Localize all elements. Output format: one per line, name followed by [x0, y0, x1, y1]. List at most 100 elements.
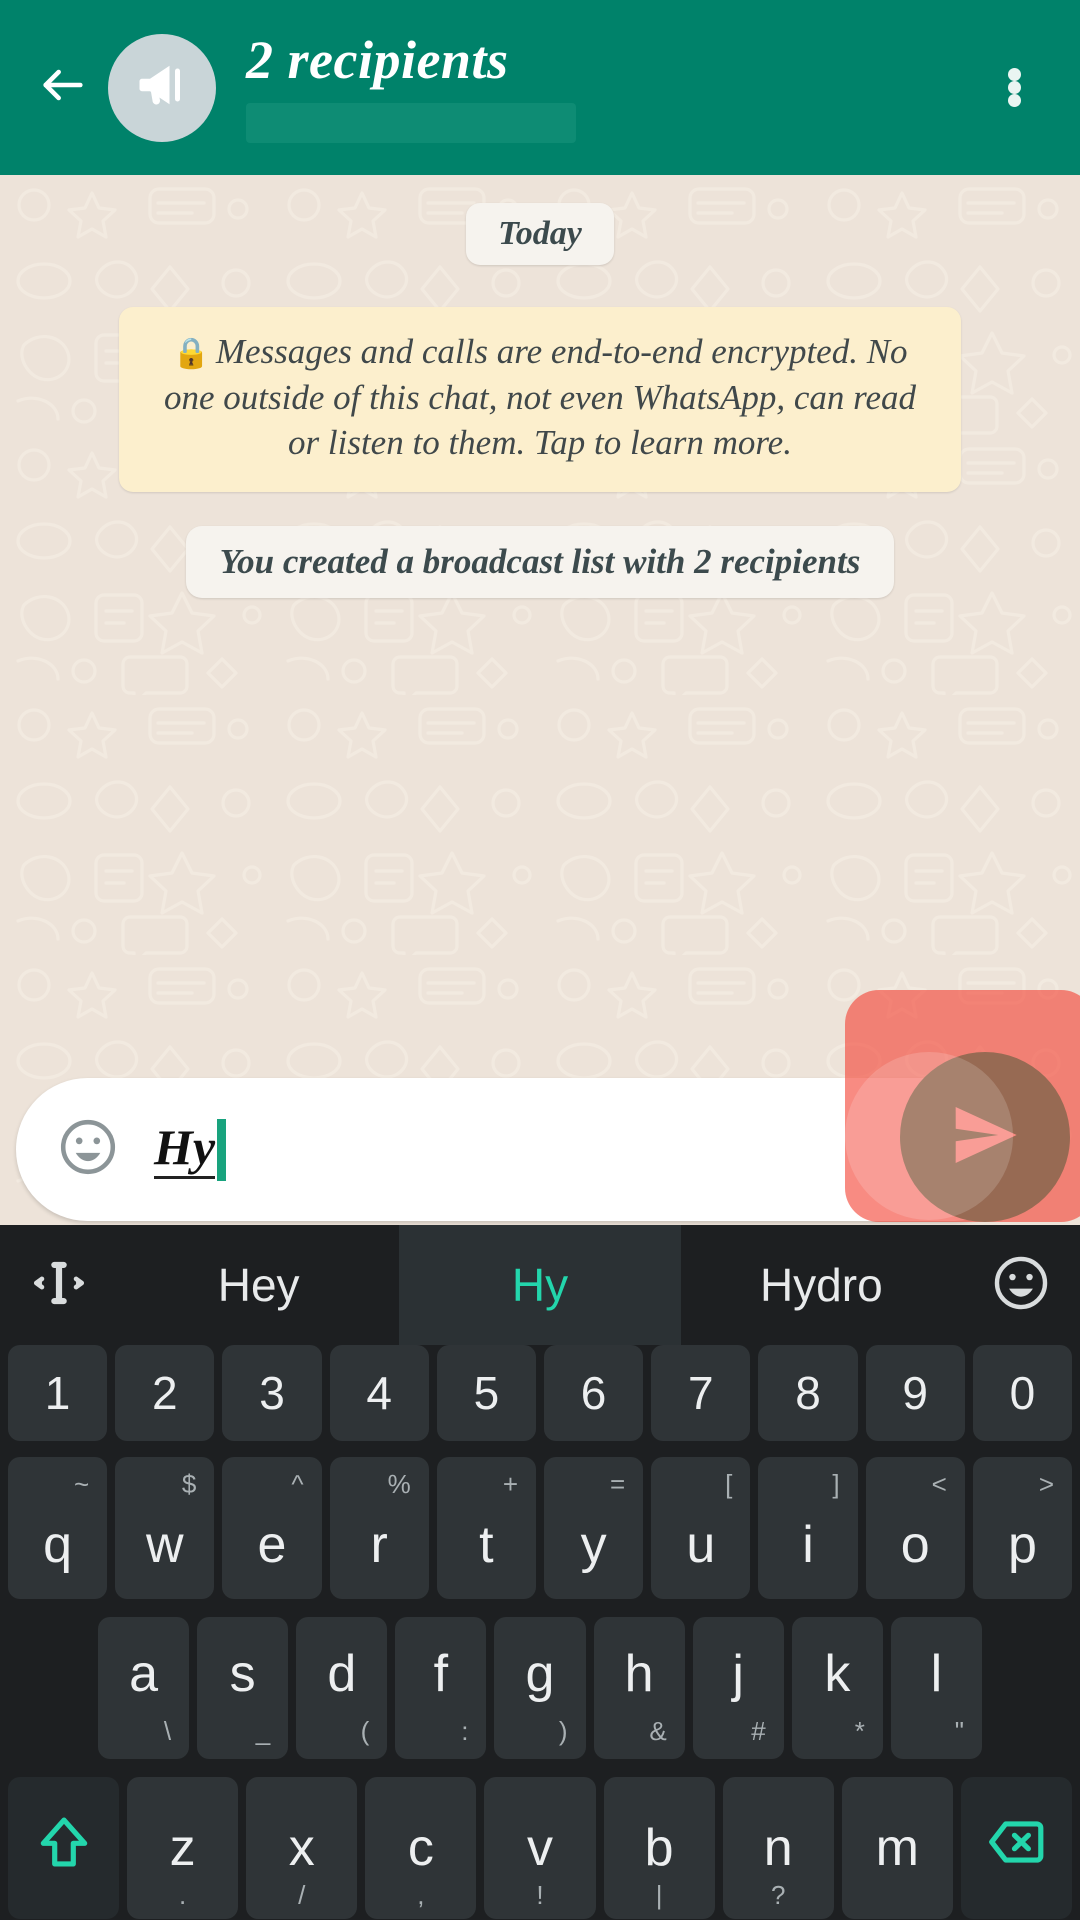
key-secondary-symbol: +	[502, 1469, 518, 1499]
key-secondary-symbol: \	[163, 1716, 172, 1746]
key-z[interactable]: z.	[127, 1777, 239, 1919]
keyboard-emoji-button[interactable]	[962, 1225, 1080, 1345]
text-cursor-move-button[interactable]	[0, 1225, 118, 1345]
emoji-button[interactable]	[50, 1112, 126, 1188]
recipients-subtitle-redacted	[246, 102, 576, 143]
key-c[interactable]: c,	[365, 1777, 477, 1919]
key-5[interactable]: 5	[436, 1345, 536, 1441]
key-u[interactable]: u[	[651, 1457, 751, 1599]
key-label: 9	[902, 1367, 928, 1419]
avatar[interactable]	[108, 33, 216, 142]
on-screen-keyboard: Hey Hy Hydro 1234567890 q ~ w $ e ^ r% t + y = u[i]…	[0, 1225, 1080, 1920]
key-2[interactable]: 2	[115, 1345, 215, 1441]
key-label: q	[43, 1516, 73, 1574]
key-e[interactable]: e ^	[222, 1457, 322, 1599]
key-label: n	[763, 1819, 793, 1877]
key-q[interactable]: q ~	[7, 1457, 108, 1599]
key-y[interactable]: y =	[544, 1457, 644, 1599]
key-4[interactable]: 4	[329, 1345, 429, 1441]
key-8[interactable]: 8	[758, 1345, 858, 1441]
key-secondary-symbol: "	[954, 1716, 964, 1746]
key-label: g	[525, 1645, 555, 1703]
key-label: e	[257, 1516, 287, 1574]
key-3[interactable]: 3	[222, 1345, 322, 1441]
back-button[interactable]	[26, 51, 100, 125]
key-label: 2	[151, 1367, 178, 1419]
key-p[interactable]: p >	[972, 1457, 1073, 1599]
key-label: u	[686, 1516, 716, 1574]
key-secondary-symbol: |	[655, 1880, 663, 1910]
message-input-field[interactable]: Hy	[154, 1118, 908, 1181]
key-m[interactable]: m	[841, 1777, 953, 1919]
key-label: r	[370, 1516, 388, 1574]
key-label: j	[732, 1645, 744, 1703]
key-a[interactable]: a \	[98, 1617, 190, 1759]
key-label: 3	[259, 1367, 285, 1419]
key-label: z	[169, 1819, 196, 1877]
key-k[interactable]: k *	[791, 1617, 883, 1759]
key-label: x	[288, 1819, 315, 1877]
key-b[interactable]: b |	[603, 1777, 715, 1919]
key-label: d	[327, 1645, 357, 1703]
key-secondary-symbol: [	[725, 1469, 733, 1499]
suggestion-word-0[interactable]: Hey	[118, 1225, 399, 1345]
header-text-block[interactable]: 2 recipients	[246, 32, 974, 143]
key-secondary-symbol: <	[931, 1469, 947, 1499]
key-label: h	[624, 1645, 654, 1703]
key-i[interactable]: i]	[758, 1457, 858, 1599]
key-1[interactable]: 1	[7, 1345, 108, 1441]
overflow-menu-button[interactable]	[974, 38, 1054, 138]
key-label: s	[229, 1645, 256, 1703]
key-secondary-symbol: ~	[74, 1469, 90, 1499]
emoji-smiley-icon	[990, 1252, 1052, 1319]
key-secondary-symbol: *	[854, 1716, 865, 1746]
key-0[interactable]: 0	[972, 1345, 1073, 1441]
key-label: 5	[473, 1367, 500, 1419]
keyboard-row-home: a \ s _ d(f: g) h & j # k * l "	[0, 1617, 1080, 1777]
encryption-notice-text: Messages and calls are end-to-end encryp…	[163, 332, 917, 462]
key-j[interactable]: j #	[692, 1617, 784, 1759]
key-9[interactable]: 9	[865, 1345, 965, 1441]
system-message: You created a broadcast list with 2 reci…	[185, 525, 895, 598]
key-n[interactable]: n?	[722, 1777, 834, 1919]
key-label: 1	[44, 1367, 71, 1419]
key-g[interactable]: g)	[494, 1617, 586, 1759]
key-secondary-symbol: _	[255, 1716, 271, 1746]
key-x[interactable]: x /	[246, 1777, 358, 1919]
key-label: f	[433, 1645, 449, 1703]
key-label: v	[526, 1819, 553, 1877]
key-secondary-symbol: $	[181, 1469, 197, 1499]
key-label: i	[802, 1516, 814, 1574]
key-secondary-symbol: (	[360, 1716, 370, 1746]
text-cursor-move-icon	[28, 1252, 90, 1319]
key-secondary-symbol: >	[1038, 1469, 1055, 1499]
keyboard-row-numbers: 1 2 3 4 5 6 7 8 9 0	[0, 1345, 1080, 1457]
key-l[interactable]: l "	[890, 1617, 982, 1759]
key-label: m	[875, 1819, 919, 1877]
key-secondary-symbol: /	[298, 1880, 306, 1910]
key-d[interactable]: d(	[296, 1617, 388, 1759]
suggestion-word-2[interactable]: Hydro	[681, 1225, 962, 1345]
key-v[interactable]: v!	[484, 1777, 596, 1919]
key-secondary-symbol: ,	[417, 1880, 425, 1910]
key-7[interactable]: 7	[651, 1345, 751, 1441]
key-label: 6	[580, 1367, 607, 1419]
key-s[interactable]: s _	[197, 1617, 289, 1759]
key-w[interactable]: w $	[115, 1457, 215, 1599]
key-6[interactable]: 6	[544, 1345, 644, 1441]
encryption-notice[interactable]: 🔒 Messages and calls are end-to-end encry…	[119, 307, 961, 492]
backspace-key[interactable]	[960, 1777, 1072, 1919]
key-o[interactable]: o <	[865, 1457, 965, 1599]
key-r[interactable]: r%	[329, 1457, 429, 1599]
key-secondary-symbol: #	[751, 1716, 766, 1746]
emoji-smiley-icon	[56, 1115, 120, 1184]
key-f[interactable]: f:	[395, 1617, 487, 1759]
keyboard-row-top: q ~ w $ e ^ r% t + y = u[i] o < p >	[0, 1457, 1080, 1617]
key-label: 4	[366, 1367, 392, 1419]
shift-key[interactable]	[8, 1777, 120, 1919]
key-t[interactable]: t +	[436, 1457, 536, 1599]
key-secondary-symbol: ?	[770, 1880, 786, 1910]
key-label: 8	[795, 1367, 821, 1419]
key-h[interactable]: h &	[593, 1617, 685, 1759]
suggestion-word-1[interactable]: Hy	[399, 1225, 681, 1345]
